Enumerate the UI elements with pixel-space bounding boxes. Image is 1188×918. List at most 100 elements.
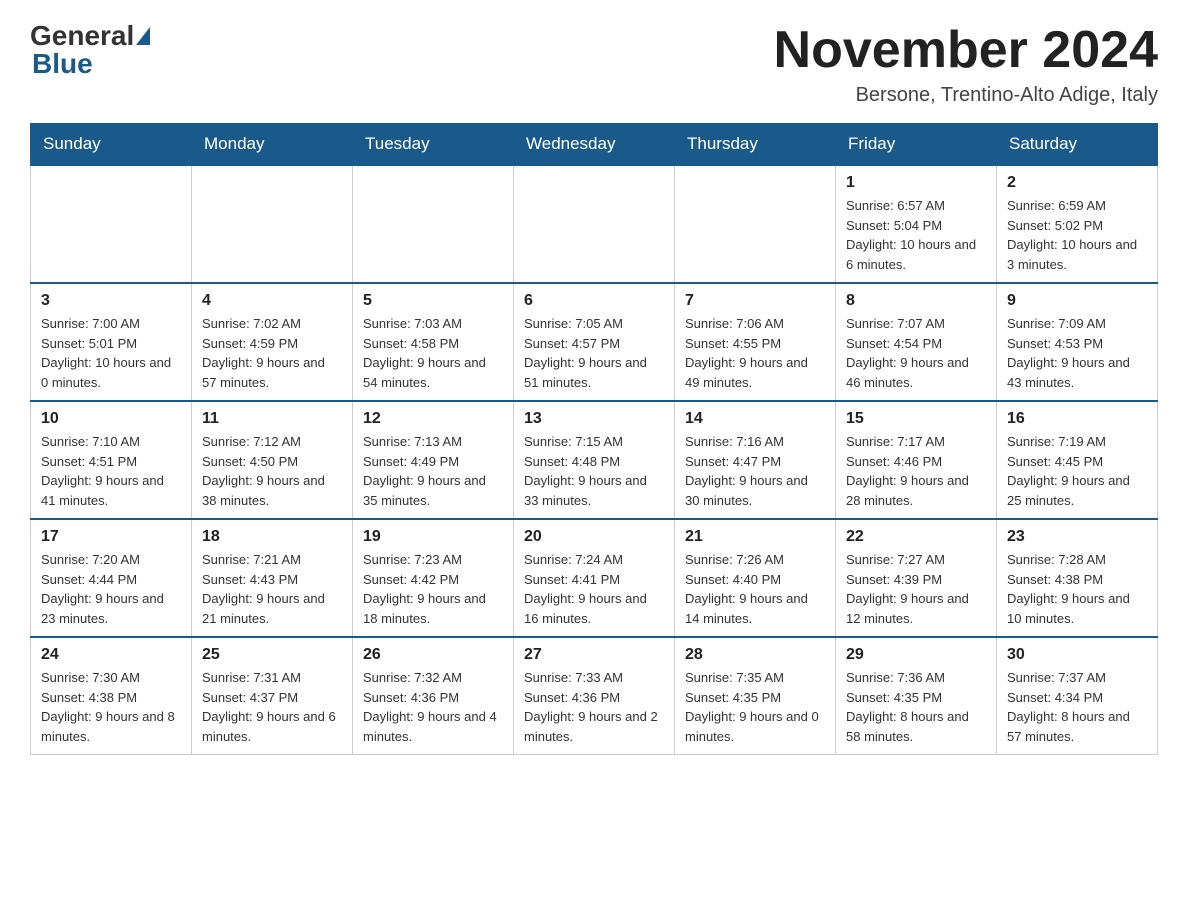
- day-number: 10: [41, 410, 181, 428]
- calendar-header-row: Sunday Monday Tuesday Wednesday Thursday…: [31, 124, 1158, 166]
- month-title: November 2024: [774, 20, 1158, 80]
- calendar-cell-5-6: 29 Sunrise: 7:36 AMSunset: 4:35 PMDaylig…: [836, 637, 997, 755]
- day-info: Sunrise: 7:24 AMSunset: 4:41 PMDaylight:…: [524, 552, 647, 626]
- calendar-cell-4-7: 23 Sunrise: 7:28 AMSunset: 4:38 PMDaylig…: [997, 519, 1158, 637]
- day-number: 6: [524, 292, 664, 310]
- day-info: Sunrise: 7:05 AMSunset: 4:57 PMDaylight:…: [524, 316, 647, 390]
- day-info: Sunrise: 7:32 AMSunset: 4:36 PMDaylight:…: [363, 670, 497, 744]
- title-area: November 2024 Bersone, Trentino-Alto Adi…: [774, 20, 1158, 107]
- week-row-3: 10 Sunrise: 7:10 AMSunset: 4:51 PMDaylig…: [31, 401, 1158, 519]
- day-info: Sunrise: 7:21 AMSunset: 4:43 PMDaylight:…: [202, 552, 325, 626]
- day-number: 30: [1007, 646, 1147, 664]
- day-info: Sunrise: 7:26 AMSunset: 4:40 PMDaylight:…: [685, 552, 808, 626]
- day-number: 20: [524, 528, 664, 546]
- week-row-5: 24 Sunrise: 7:30 AMSunset: 4:38 PMDaylig…: [31, 637, 1158, 755]
- calendar-cell-4-3: 19 Sunrise: 7:23 AMSunset: 4:42 PMDaylig…: [353, 519, 514, 637]
- week-row-1: 1 Sunrise: 6:57 AMSunset: 5:04 PMDayligh…: [31, 165, 1158, 283]
- calendar-cell-1-1: [31, 165, 192, 283]
- day-info: Sunrise: 7:13 AMSunset: 4:49 PMDaylight:…: [363, 434, 486, 508]
- calendar-cell-3-1: 10 Sunrise: 7:10 AMSunset: 4:51 PMDaylig…: [31, 401, 192, 519]
- day-info: Sunrise: 7:17 AMSunset: 4:46 PMDaylight:…: [846, 434, 969, 508]
- day-info: Sunrise: 7:33 AMSunset: 4:36 PMDaylight:…: [524, 670, 658, 744]
- week-row-2: 3 Sunrise: 7:00 AMSunset: 5:01 PMDayligh…: [31, 283, 1158, 401]
- calendar-cell-4-5: 21 Sunrise: 7:26 AMSunset: 4:40 PMDaylig…: [675, 519, 836, 637]
- day-number: 4: [202, 292, 342, 310]
- day-info: Sunrise: 6:59 AMSunset: 5:02 PMDaylight:…: [1007, 198, 1137, 272]
- header-tuesday: Tuesday: [353, 124, 514, 166]
- calendar-cell-3-7: 16 Sunrise: 7:19 AMSunset: 4:45 PMDaylig…: [997, 401, 1158, 519]
- day-info: Sunrise: 7:15 AMSunset: 4:48 PMDaylight:…: [524, 434, 647, 508]
- calendar-cell-5-3: 26 Sunrise: 7:32 AMSunset: 4:36 PMDaylig…: [353, 637, 514, 755]
- day-number: 17: [41, 528, 181, 546]
- day-info: Sunrise: 7:37 AMSunset: 4:34 PMDaylight:…: [1007, 670, 1130, 744]
- day-info: Sunrise: 7:16 AMSunset: 4:47 PMDaylight:…: [685, 434, 808, 508]
- day-number: 3: [41, 292, 181, 310]
- logo-blue-text: Blue: [32, 48, 93, 79]
- day-info: Sunrise: 6:57 AMSunset: 5:04 PMDaylight:…: [846, 198, 976, 272]
- calendar-cell-2-6: 8 Sunrise: 7:07 AMSunset: 4:54 PMDayligh…: [836, 283, 997, 401]
- day-info: Sunrise: 7:10 AMSunset: 4:51 PMDaylight:…: [41, 434, 164, 508]
- header-thursday: Thursday: [675, 124, 836, 166]
- day-number: 5: [363, 292, 503, 310]
- calendar-cell-2-4: 6 Sunrise: 7:05 AMSunset: 4:57 PMDayligh…: [514, 283, 675, 401]
- calendar-cell-5-5: 28 Sunrise: 7:35 AMSunset: 4:35 PMDaylig…: [675, 637, 836, 755]
- calendar-cell-4-1: 17 Sunrise: 7:20 AMSunset: 4:44 PMDaylig…: [31, 519, 192, 637]
- header-monday: Monday: [192, 124, 353, 166]
- page-header: General Blue November 2024 Bersone, Tren…: [30, 20, 1158, 107]
- day-number: 21: [685, 528, 825, 546]
- day-info: Sunrise: 7:27 AMSunset: 4:39 PMDaylight:…: [846, 552, 969, 626]
- day-number: 1: [846, 174, 986, 192]
- day-number: 11: [202, 410, 342, 428]
- day-number: 29: [846, 646, 986, 664]
- day-number: 16: [1007, 410, 1147, 428]
- day-number: 23: [1007, 528, 1147, 546]
- day-number: 26: [363, 646, 503, 664]
- day-number: 7: [685, 292, 825, 310]
- header-saturday: Saturday: [997, 124, 1158, 166]
- logo-arrow-icon: [136, 27, 150, 45]
- calendar-cell-3-4: 13 Sunrise: 7:15 AMSunset: 4:48 PMDaylig…: [514, 401, 675, 519]
- day-number: 28: [685, 646, 825, 664]
- week-row-4: 17 Sunrise: 7:20 AMSunset: 4:44 PMDaylig…: [31, 519, 1158, 637]
- day-info: Sunrise: 7:00 AMSunset: 5:01 PMDaylight:…: [41, 316, 171, 390]
- calendar-cell-3-5: 14 Sunrise: 7:16 AMSunset: 4:47 PMDaylig…: [675, 401, 836, 519]
- calendar-cell-3-6: 15 Sunrise: 7:17 AMSunset: 4:46 PMDaylig…: [836, 401, 997, 519]
- calendar-cell-4-4: 20 Sunrise: 7:24 AMSunset: 4:41 PMDaylig…: [514, 519, 675, 637]
- calendar-cell-3-3: 12 Sunrise: 7:13 AMSunset: 4:49 PMDaylig…: [353, 401, 514, 519]
- day-number: 22: [846, 528, 986, 546]
- day-number: 9: [1007, 292, 1147, 310]
- header-wednesday: Wednesday: [514, 124, 675, 166]
- calendar-cell-1-2: [192, 165, 353, 283]
- header-sunday: Sunday: [31, 124, 192, 166]
- day-info: Sunrise: 7:35 AMSunset: 4:35 PMDaylight:…: [685, 670, 819, 744]
- day-number: 2: [1007, 174, 1147, 192]
- day-number: 24: [41, 646, 181, 664]
- calendar-cell-1-5: [675, 165, 836, 283]
- calendar-cell-1-3: [353, 165, 514, 283]
- day-info: Sunrise: 7:02 AMSunset: 4:59 PMDaylight:…: [202, 316, 325, 390]
- header-friday: Friday: [836, 124, 997, 166]
- day-number: 14: [685, 410, 825, 428]
- calendar-cell-1-7: 2 Sunrise: 6:59 AMSunset: 5:02 PMDayligh…: [997, 165, 1158, 283]
- calendar-table: Sunday Monday Tuesday Wednesday Thursday…: [30, 123, 1158, 755]
- day-info: Sunrise: 7:31 AMSunset: 4:37 PMDaylight:…: [202, 670, 336, 744]
- day-number: 8: [846, 292, 986, 310]
- calendar-cell-1-4: [514, 165, 675, 283]
- day-info: Sunrise: 7:30 AMSunset: 4:38 PMDaylight:…: [41, 670, 175, 744]
- day-info: Sunrise: 7:07 AMSunset: 4:54 PMDaylight:…: [846, 316, 969, 390]
- day-info: Sunrise: 7:06 AMSunset: 4:55 PMDaylight:…: [685, 316, 808, 390]
- calendar-cell-5-4: 27 Sunrise: 7:33 AMSunset: 4:36 PMDaylig…: [514, 637, 675, 755]
- day-number: 19: [363, 528, 503, 546]
- day-info: Sunrise: 7:19 AMSunset: 4:45 PMDaylight:…: [1007, 434, 1130, 508]
- day-info: Sunrise: 7:23 AMSunset: 4:42 PMDaylight:…: [363, 552, 486, 626]
- day-info: Sunrise: 7:12 AMSunset: 4:50 PMDaylight:…: [202, 434, 325, 508]
- calendar-cell-1-6: 1 Sunrise: 6:57 AMSunset: 5:04 PMDayligh…: [836, 165, 997, 283]
- day-info: Sunrise: 7:03 AMSunset: 4:58 PMDaylight:…: [363, 316, 486, 390]
- logo-area: General Blue: [30, 20, 152, 80]
- calendar-cell-5-7: 30 Sunrise: 7:37 AMSunset: 4:34 PMDaylig…: [997, 637, 1158, 755]
- calendar-cell-2-2: 4 Sunrise: 7:02 AMSunset: 4:59 PMDayligh…: [192, 283, 353, 401]
- calendar-cell-3-2: 11 Sunrise: 7:12 AMSunset: 4:50 PMDaylig…: [192, 401, 353, 519]
- day-info: Sunrise: 7:09 AMSunset: 4:53 PMDaylight:…: [1007, 316, 1130, 390]
- calendar-cell-4-6: 22 Sunrise: 7:27 AMSunset: 4:39 PMDaylig…: [836, 519, 997, 637]
- location-text: Bersone, Trentino-Alto Adige, Italy: [774, 84, 1158, 107]
